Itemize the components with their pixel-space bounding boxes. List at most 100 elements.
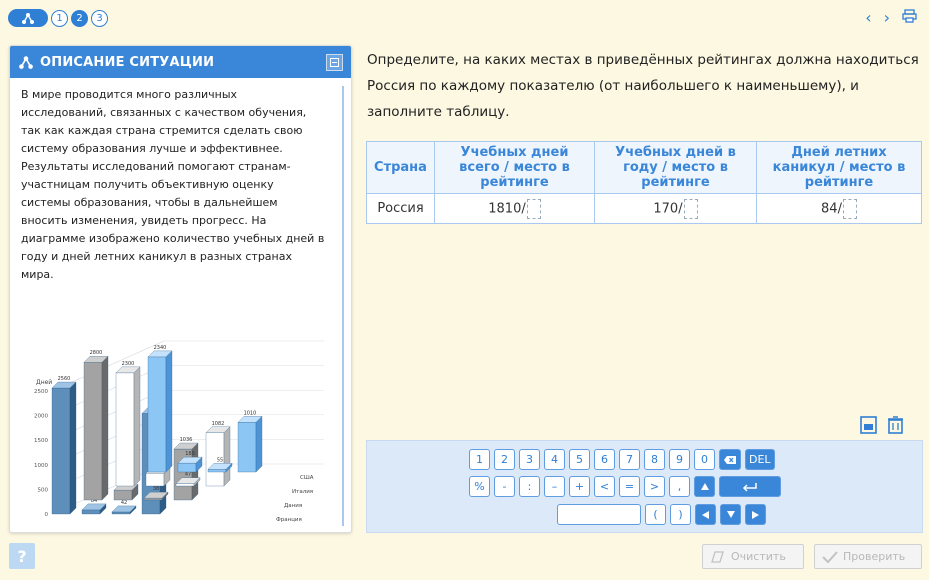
backspace-key[interactable] <box>719 449 741 470</box>
panel-scrollbar[interactable] <box>342 86 344 526</box>
check-label: Проверить <box>843 550 906 563</box>
chart-bar-front <box>207 469 227 473</box>
arrow-up-icon <box>700 483 709 490</box>
arrow-down-icon <box>726 511 735 518</box>
chart-bar-front <box>51 387 71 515</box>
help-button[interactable]: ? <box>9 543 35 569</box>
structure-icon <box>19 56 33 69</box>
table-header-row: Страна Учебных дней всего / место в рейт… <box>366 141 922 194</box>
key-digit[interactable]: 2 <box>494 449 515 470</box>
top-bar: 1 2 3 ‹ › <box>0 0 929 36</box>
arrow-down-key[interactable] <box>720 504 741 525</box>
clear-label: Очистить <box>731 550 786 563</box>
key-symbol[interactable]: ( <box>645 504 666 525</box>
chart-bar-side <box>165 350 173 473</box>
key-symbol[interactable]: , <box>669 476 690 497</box>
arrow-right-key[interactable] <box>745 504 766 525</box>
cell-value: 1810/ <box>488 201 526 216</box>
tab-3[interactable]: 3 <box>91 9 108 27</box>
key-digit[interactable]: 5 <box>569 449 590 470</box>
bar-value-label: 2340 <box>154 345 167 351</box>
answer-input-vacation-rank[interactable] <box>842 198 857 219</box>
arrow-left-icon <box>702 510 709 519</box>
collapse-icon <box>330 57 339 67</box>
table-header: Учебных дней в году / место в рейтинге <box>594 141 757 194</box>
key-symbol[interactable]: ) <box>670 504 691 525</box>
checkmark-icon <box>822 550 838 563</box>
chart-bars: 1010108210362044554738421802602008423402… <box>51 345 263 515</box>
key-digit[interactable]: 8 <box>644 449 665 470</box>
chart-bar-front <box>81 509 101 515</box>
key-digit[interactable]: 7 <box>619 449 640 470</box>
key-symbol[interactable]: = <box>619 476 640 497</box>
arrow-left-key[interactable] <box>695 504 716 525</box>
key-symbol[interactable]: > <box>644 476 665 497</box>
structure-icon <box>22 13 34 24</box>
chart-bar-front <box>111 511 131 515</box>
chart-bar-front <box>143 497 163 501</box>
tab-1[interactable]: 1 <box>51 9 68 27</box>
key-symbol[interactable]: : <box>519 476 540 497</box>
clear-button[interactable]: Очистить <box>702 544 804 569</box>
bar-value-label: 1036 <box>180 437 193 443</box>
bar-chart-3d: Дней 0 500 1000 1500 2000 2500 1010 1082 1036 20… <box>34 340 324 523</box>
answer-input-total-rank[interactable] <box>526 198 541 219</box>
tab-structure[interactable] <box>8 9 48 27</box>
key-symbol[interactable]: % <box>469 476 490 497</box>
key-symbol[interactable]: < <box>594 476 615 497</box>
key-digit[interactable]: 9 <box>669 449 690 470</box>
table-cell: 170/ <box>594 193 757 224</box>
key-symbol[interactable]: - <box>494 476 515 497</box>
bar-value-label: 2300 <box>122 361 135 367</box>
answer-input-yearly-rank[interactable] <box>683 198 698 219</box>
arrow-up-key[interactable] <box>694 476 715 497</box>
situation-header: ОПИСАНИЕ СИТУАЦИИ <box>10 46 351 78</box>
delete-key[interactable]: DEL <box>745 449 775 470</box>
key-digit[interactable]: 4 <box>544 449 565 470</box>
printer-icon[interactable] <box>902 8 917 27</box>
situation-panel: ОПИСАНИЕ СИТУАЦИИ В мире проводится мног… <box>9 45 352 533</box>
trash-icon[interactable] <box>887 416 904 439</box>
category-label: Франция <box>276 517 302 523</box>
bar-value-label: 2560 <box>58 376 71 382</box>
y-tick-label: 2500 <box>34 389 48 395</box>
key-symbol[interactable]: + <box>569 476 590 497</box>
y-tick-label: 1000 <box>34 463 48 469</box>
key-digit[interactable]: 0 <box>694 449 715 470</box>
enter-key[interactable] <box>719 476 781 497</box>
category-label: США <box>300 475 314 481</box>
bar-value-label: 42 <box>121 500 127 506</box>
bar-value-label: 180 <box>185 451 195 457</box>
bar-value-label: 1082 <box>212 421 225 427</box>
table-header: Страна <box>366 141 435 194</box>
keypad-row-nav: ( ) <box>557 504 766 525</box>
chart-bar-front <box>115 372 135 487</box>
bar-value-label: 38 <box>153 486 159 492</box>
key-symbol[interactable]: – <box>544 476 565 497</box>
chevron-right-icon[interactable]: › <box>884 8 890 27</box>
category-label: Дания <box>284 503 302 509</box>
answer-tools <box>860 416 904 439</box>
tab-2[interactable]: 2 <box>71 9 88 27</box>
chart-bar-front <box>175 483 195 487</box>
answer-table: Страна Учебных дней всего / место в рейт… <box>366 141 922 224</box>
chart-bar-front <box>147 356 167 473</box>
table-cell-country: Россия <box>366 193 435 224</box>
bar-value-label: 1010 <box>244 410 257 416</box>
chevron-left-icon[interactable]: ‹ <box>865 8 871 27</box>
check-button[interactable]: Проверить <box>814 544 922 569</box>
keypad-input-field[interactable] <box>557 504 641 525</box>
keypad-row-digits: 1 2 3 4 5 6 7 8 9 0 DEL <box>469 449 775 470</box>
y-tick-label: 1500 <box>34 438 48 444</box>
key-digit[interactable]: 1 <box>469 449 490 470</box>
keypad-row-symbols: % - : – + < = > , <box>469 476 781 497</box>
task-tabs: 1 2 3 <box>8 9 108 27</box>
collapse-panel-button[interactable] <box>326 53 343 71</box>
arrow-right-icon <box>752 510 759 519</box>
y-tick-label: 500 <box>38 487 49 493</box>
key-digit[interactable]: 3 <box>519 449 540 470</box>
save-icon[interactable] <box>860 416 877 439</box>
table-row: Россия 1810/ 170/ 84/ <box>366 193 922 224</box>
chart-bar-front <box>145 473 165 487</box>
key-digit[interactable]: 6 <box>594 449 615 470</box>
